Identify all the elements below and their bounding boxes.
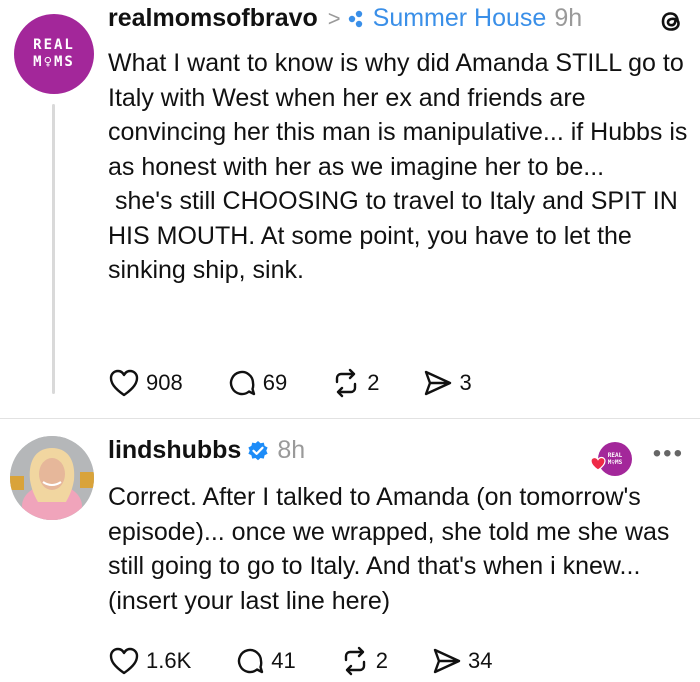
- like-button[interactable]: 1.6K: [108, 646, 191, 676]
- share-icon: [433, 648, 461, 674]
- comment-count: 41: [271, 648, 296, 673]
- threads-logo-icon[interactable]: [656, 6, 686, 36]
- post-time: 9h: [554, 4, 583, 32]
- share-icon: [425, 370, 452, 396]
- repost-button[interactable]: 2: [331, 368, 379, 398]
- repost-count: 2: [367, 370, 380, 395]
- post-header: lindshubbs 8h: [108, 436, 305, 465]
- repost-button[interactable]: 2: [340, 646, 388, 676]
- username[interactable]: lindshubbs: [108, 436, 241, 465]
- post-body: What I want to know is why did Amanda ST…: [108, 46, 688, 288]
- badge-text-line2: M♀MS: [607, 459, 623, 466]
- comment-button[interactable]: 69: [227, 368, 287, 398]
- community-dots-icon: [348, 10, 362, 27]
- avatar-text-line1: REAL: [33, 37, 75, 53]
- post-actions: 1.6K 41 2 34: [108, 646, 536, 676]
- like-count: 1.6K: [146, 648, 192, 673]
- repost-icon: [336, 368, 357, 398]
- profile-photo: [10, 436, 94, 520]
- username[interactable]: realmomsofbravo: [108, 4, 318, 33]
- share-button[interactable]: 3: [423, 368, 472, 398]
- post-header: realmomsofbravo > Summer House 9h: [108, 4, 582, 33]
- comment-button[interactable]: 41: [235, 646, 296, 676]
- community-link[interactable]: Summer House: [347, 4, 547, 33]
- post-paragraph-2: she's still CHOOSING to travel to Italy …: [108, 187, 685, 284]
- liked-by-author-heart-icon: [590, 456, 606, 471]
- comment-icon: [229, 370, 255, 396]
- post-time: 8h: [277, 436, 306, 464]
- share-count: 34: [468, 648, 493, 673]
- like-count: 908: [146, 370, 183, 395]
- verified-icon: [248, 440, 268, 460]
- thread-post-lindshubbs: lindshubbs 8h REAL M♀MS ••• Correct. Aft…: [0, 420, 700, 682]
- repost-icon: [344, 646, 365, 676]
- thread-connector-line: [52, 104, 55, 394]
- heart-icon: [109, 369, 139, 397]
- community-name: Summer House: [372, 4, 547, 32]
- thread-post-realmomsofbravo: REAL M♀MS realmomsofbravo > Summer House…: [0, 0, 700, 420]
- avatar-text-line2: M♀MS: [33, 54, 75, 70]
- badge-text-line1: REAL: [607, 452, 623, 459]
- share-count: 3: [459, 370, 472, 395]
- post-paragraph-1: What I want to know is why did Amanda ST…: [108, 49, 688, 181]
- share-button[interactable]: 34: [432, 646, 492, 676]
- comment-icon: [238, 648, 264, 674]
- repost-count: 2: [375, 648, 388, 673]
- avatar-realmomsofbravo[interactable]: REAL M♀MS: [14, 14, 94, 94]
- like-button[interactable]: 908: [108, 368, 183, 398]
- heart-icon: [109, 647, 139, 675]
- avatar-lindshubbs[interactable]: [10, 436, 94, 520]
- more-options-icon[interactable]: •••: [653, 440, 684, 468]
- comment-count: 69: [262, 370, 288, 395]
- post-divider: [0, 418, 700, 419]
- post-paragraph-1: Correct. After I talked to Amanda (on to…: [108, 483, 670, 615]
- separator-chevron: >: [327, 5, 341, 31]
- post-actions: 908 69 2 3: [108, 368, 516, 398]
- post-body: Correct. After I talked to Amanda (on to…: [108, 480, 688, 618]
